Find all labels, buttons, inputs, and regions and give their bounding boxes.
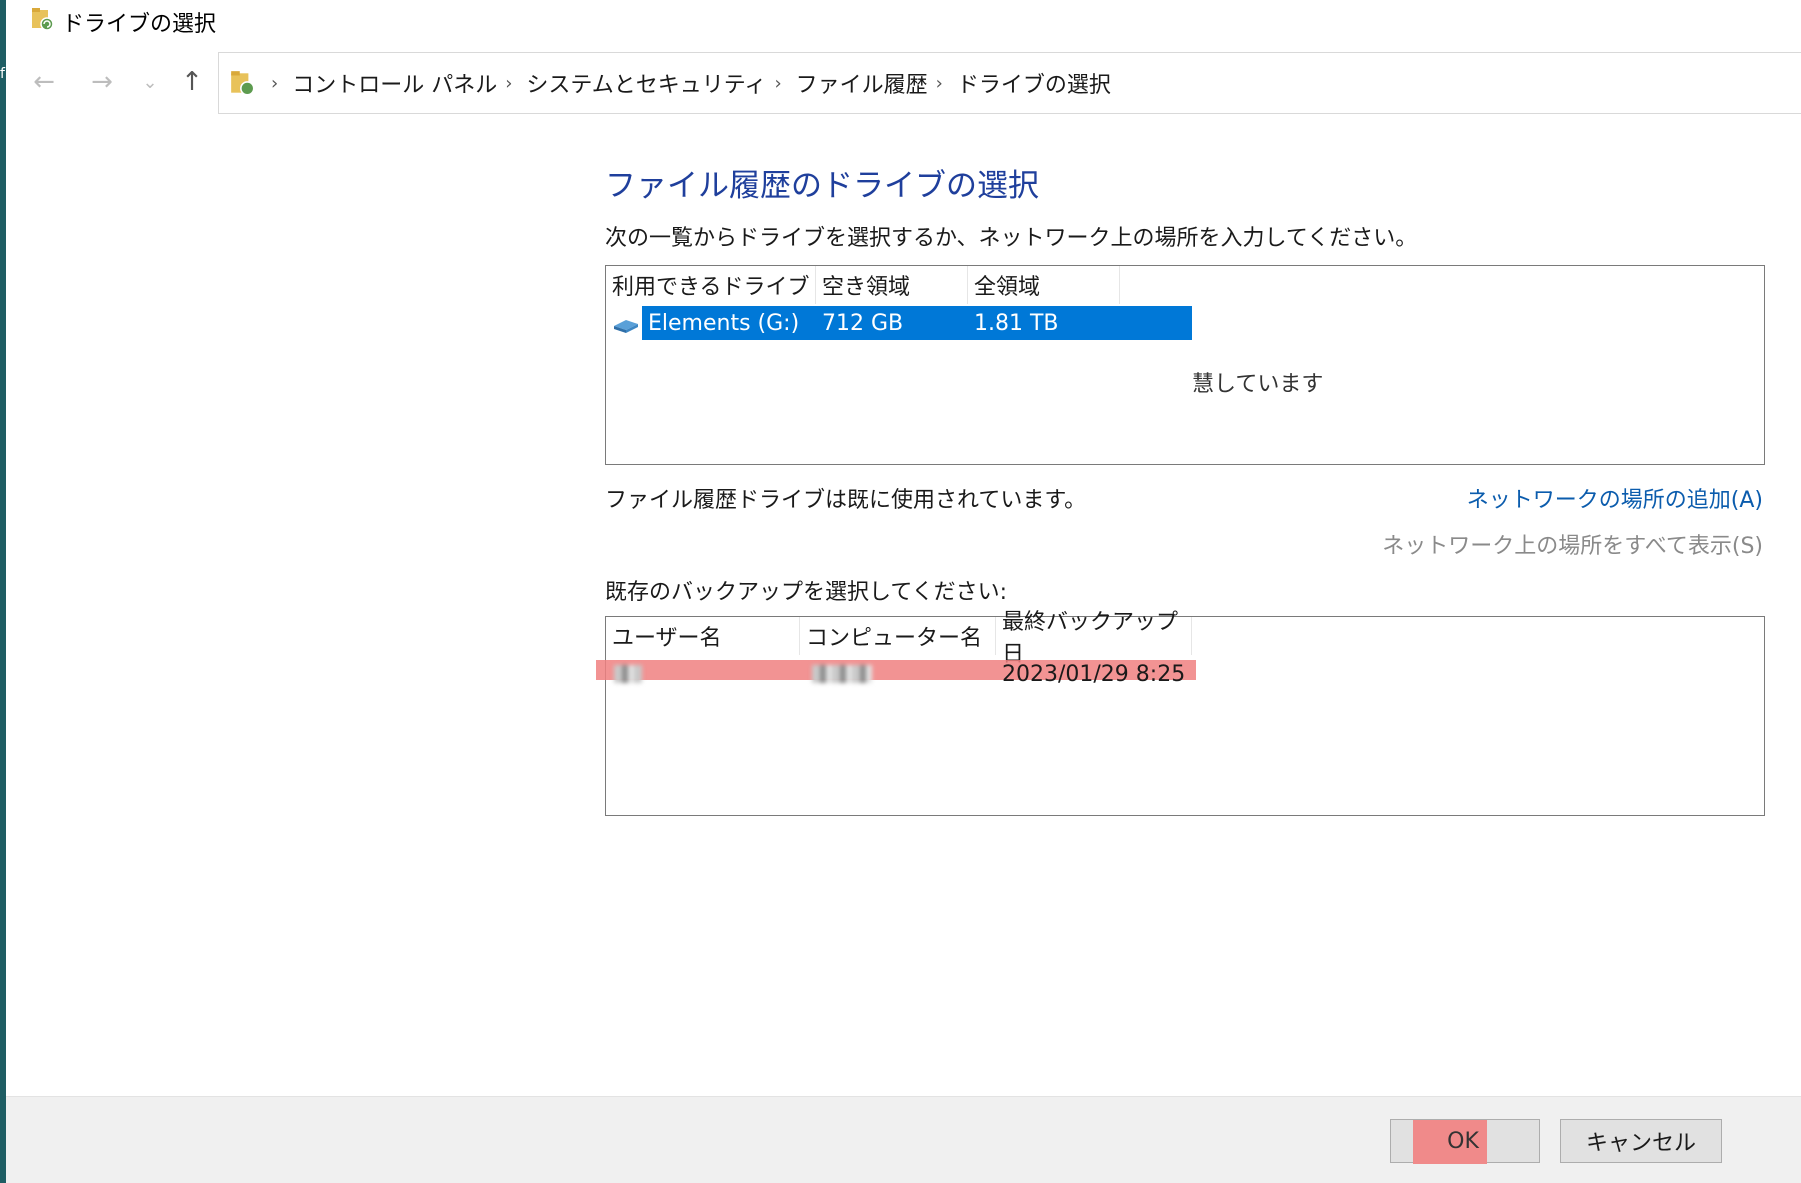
title-bar: ドライブの選択 [6,0,1801,44]
left-edge-glyph: f [0,66,5,82]
address-bar[interactable]: › コントロール パネル › システムとセキュリティ › ファイル履歴 › ドラ… [218,52,1801,114]
chevron-down-icon[interactable]: ⌄ [132,64,168,100]
backup-list[interactable]: ユーザー名 コンピューター名 最終バックアップ日 2023/01/29 8:25 [596,610,1765,816]
control-panel-icon [231,71,255,96]
window-title: ドライブの選択 [62,12,217,37]
breadcrumb-separator-icon: › [271,72,279,94]
backup-last-date[interactable]: 2023/01/29 8:25 [1002,657,1185,691]
column-header-total-space[interactable]: 全領域 [968,266,1120,304]
drive-list[interactable]: 利用できるドライブ 空き領域 全領域 Elements (G:) 712 GB … [605,265,1765,465]
breadcrumb-file-history[interactable]: ファイル履歴 [796,67,928,99]
dialog-footer: OK キャンセル [6,1096,1801,1183]
external-drive-icon [614,320,638,333]
breadcrumb-select-drive[interactable]: ドライブの選択 [957,67,1111,99]
drive-total-space: 1.81 TB [974,310,1059,336]
instruction-text: 次の一覧からドライブを選択するか、ネットワーク上の場所を入力してください。 [605,226,1418,251]
up-arrow-icon[interactable]: ↑ [174,64,210,100]
ok-button-label: OK [1447,1128,1479,1154]
back-arrow-icon[interactable]: ← [26,64,62,100]
drive-free-space: 712 GB [822,310,904,336]
drive-in-use-status: ファイル履歴ドライブは既に使用されています。 [605,488,1087,513]
cancel-button[interactable]: キャンセル [1560,1119,1722,1163]
column-header-free-space[interactable]: 空き領域 [816,266,968,304]
column-header-user-name[interactable]: ユーザー名 [606,617,800,655]
drive-row[interactable]: Elements (G:) 712 GB 1.81 TB [642,306,1192,340]
file-history-icon [32,8,54,31]
breadcrumb-control-panel[interactable]: コントロール パネル [292,67,497,99]
breadcrumb-separator-icon[interactable]: › [505,73,512,94]
column-header-available-drive[interactable]: 利用できるドライブ [606,266,816,304]
window-left-edge [0,0,6,1183]
breadcrumb-separator-icon[interactable]: › [936,73,943,94]
page-title: ファイル履歴のドライブの選択 [605,168,1039,204]
redacted-computer-name [812,665,872,683]
drive-name: Elements (G:) [648,310,800,336]
ok-button[interactable]: OK [1390,1119,1540,1164]
backup-select-label: 既存のバックアップを選択してください: [605,580,1008,605]
breadcrumb-separator-icon[interactable]: › [774,73,781,94]
breadcrumb-system-security[interactable]: システムとセキュリティ [526,67,766,99]
column-header-computer-name[interactable]: コンピューター名 [800,617,996,655]
show-all-network-locations-link: ネットワーク上の場所をすべて表示(S) [1382,534,1763,559]
add-network-location-link[interactable]: ネットワークの場所の追加(A) [1467,482,1763,514]
forward-arrow-icon[interactable]: → [84,64,120,100]
redacted-user-name [614,665,642,683]
navigation-bar: ← → ⌄ ↑ › コントロール パネル › システムとセキュリティ › ファイ… [6,52,1801,114]
column-header-last-backup[interactable]: 最終バックアップ日 [996,610,1192,667]
ghost-status-text: 慧しています [1192,372,1324,397]
